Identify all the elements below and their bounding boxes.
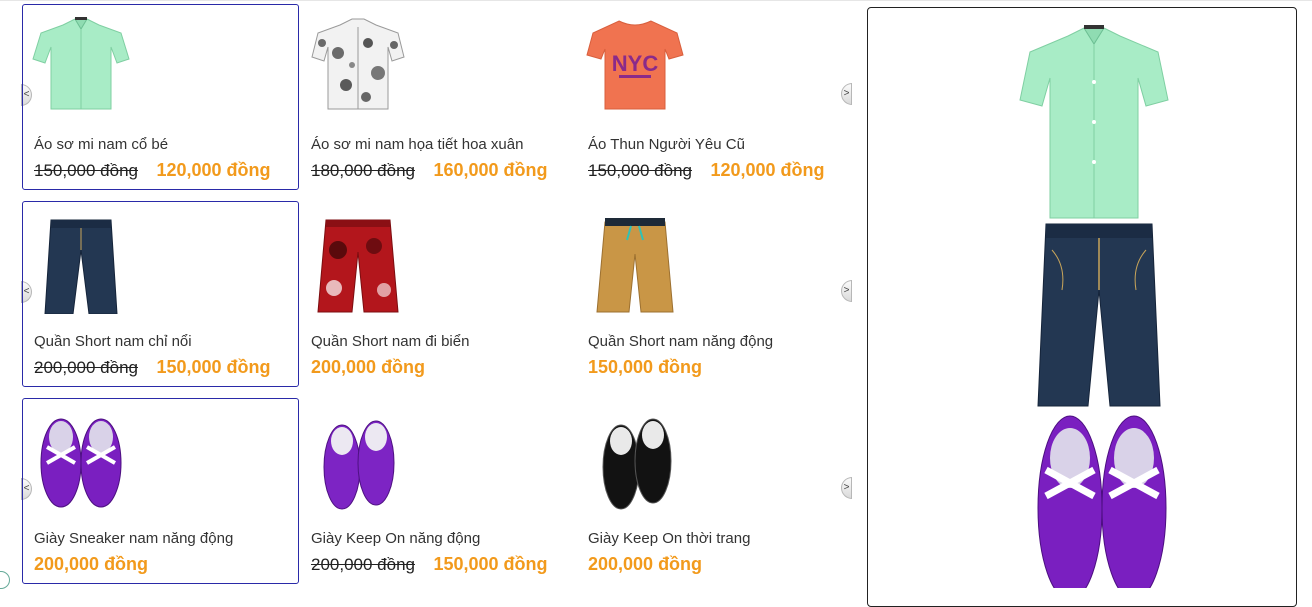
shorts-red-floral-icon (317, 219, 399, 313)
product-card[interactable]: Giày Keep On thời trang 200,000 đồng (576, 398, 853, 584)
product-card[interactable]: NYC Áo Thun Người Yêu Cũ 150,000 đồng 12… (576, 4, 853, 190)
product-row-shorts: < Quần Short nam chỉ nổi 200,000 đồng 15… (21, 201, 857, 387)
shorts-denim-icon (44, 219, 118, 314)
sale-price: 200,000 đồng (311, 357, 426, 377)
old-price: 180,000 đồng (311, 161, 415, 180)
price-group: 150,000 đồng (588, 357, 702, 378)
product-card[interactable]: Áo sơ mi nam họa tiết hoa xuân 180,000 đ… (299, 4, 576, 190)
shorts-khaki-icon (596, 218, 674, 313)
product-row-shoes: < Giày Sneaker nam năng động 200,000 đồn… (21, 398, 857, 584)
sale-price: 200,000 đồng (588, 554, 703, 574)
price-group: 150,000 đồng 120,000 đồng (34, 160, 271, 181)
sale-price: 120,000 đồng (156, 160, 271, 180)
product-card[interactable]: Giày Sneaker nam năng động 200,000 đồng (22, 398, 299, 584)
product-card[interactable]: Giày Keep On năng động 200,000 đồng 150,… (299, 398, 576, 584)
top-divider (0, 0, 1312, 1)
product-name: Quần Short nam năng động (588, 333, 774, 350)
product-name: Áo sơ mi nam cổ bé (34, 136, 169, 153)
product-row-shirts: < Áo sơ mi nam cổ bé 150,000 đồng 120,00… (21, 4, 857, 190)
slipon-black-icon (602, 418, 672, 510)
old-price: 200,000 đồng (311, 555, 415, 574)
outfit-preview-panel (867, 7, 1297, 607)
tshirt-nyc-icon: NYC (586, 20, 684, 110)
shirt-green-icon (32, 17, 130, 110)
product-name: Quần Short nam đi biển (311, 333, 470, 350)
price-group: 200,000 đồng 150,000 đồng (311, 554, 548, 575)
sale-price: 200,000 đồng (34, 554, 149, 574)
sale-price: 120,000 đồng (710, 160, 825, 180)
product-card[interactable]: Áo sơ mi nam cổ bé 150,000 đồng 120,000 … (22, 4, 299, 190)
shirt-floral-icon (311, 18, 405, 110)
price-group: 200,000 đồng (311, 357, 425, 378)
product-name: Áo sơ mi nam họa tiết hoa xuân (311, 136, 524, 153)
sneaker-purple-icon (40, 418, 122, 508)
corner-badge-icon (0, 571, 10, 589)
price-group: 180,000 đồng 160,000 đồng (311, 160, 548, 181)
slipon-purple-icon (323, 420, 395, 510)
product-name: Áo Thun Người Yêu Cũ (588, 136, 745, 153)
old-price: 150,000 đồng (34, 161, 138, 180)
product-card[interactable]: Quần Short nam năng động 150,000 đồng (576, 201, 853, 387)
product-card[interactable]: Quần Short nam đi biển 200,000 đồng (299, 201, 576, 387)
product-name: Giày Keep On năng động (311, 530, 481, 547)
product-name: Quần Short nam chỉ nổi (34, 333, 192, 350)
sale-price: 150,000 đồng (156, 357, 271, 377)
price-group: 150,000 đồng 120,000 đồng (588, 160, 825, 181)
price-group: 200,000 đồng (588, 554, 702, 575)
product-name: Giày Sneaker nam năng động (34, 530, 234, 547)
product-name: Giày Keep On thời trang (588, 530, 751, 547)
preview-shorts-icon (1037, 223, 1161, 407)
price-group: 200,000 đồng 150,000 đồng (34, 357, 271, 378)
price-group: 200,000 đồng (34, 554, 148, 575)
sale-price: 150,000 đồng (588, 357, 703, 377)
old-price: 150,000 đồng (588, 161, 692, 180)
svg-text:NYC: NYC (612, 51, 659, 76)
product-card[interactable]: Quần Short nam chỉ nổi 200,000 đồng 150,… (22, 201, 299, 387)
preview-shirt-icon (1019, 25, 1169, 219)
old-price: 200,000 đồng (34, 358, 138, 377)
preview-sneaker-icon (1037, 415, 1167, 588)
sale-price: 150,000 đồng (433, 554, 548, 574)
sale-price: 160,000 đồng (433, 160, 548, 180)
